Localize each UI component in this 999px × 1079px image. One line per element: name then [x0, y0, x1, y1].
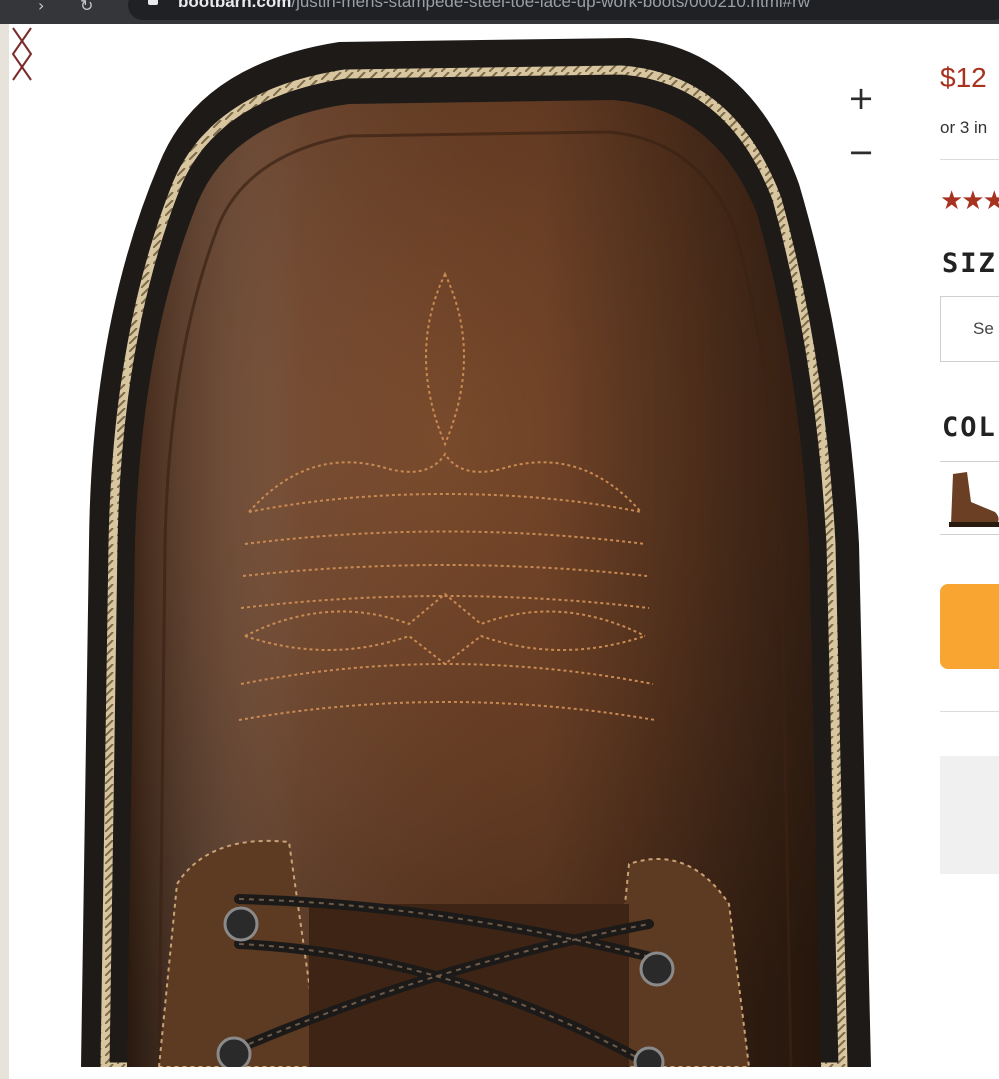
lock-icon	[148, 0, 158, 5]
browser-toolbar: › ↻ bootbarn.com/justin-mens-stampede-st…	[0, 0, 999, 24]
divider	[940, 711, 999, 712]
color-heading: COL	[942, 412, 997, 443]
product-image-gallery[interactable]: + −	[9, 24, 924, 1067]
zoom-out-button[interactable]: −	[847, 136, 875, 168]
product-image	[81, 38, 871, 1067]
divider	[940, 159, 999, 160]
back-icon[interactable]: ›	[38, 0, 44, 15]
product-price: $12	[940, 62, 987, 93]
info-box	[940, 756, 999, 874]
size-heading: SIZ	[942, 248, 997, 279]
color-swatch[interactable]	[940, 461, 999, 535]
add-to-cart-button[interactable]	[940, 584, 999, 669]
reload-icon[interactable]: ↻	[80, 0, 93, 15]
installments-text[interactable]: or 3 in	[940, 118, 987, 138]
size-select-placeholder: Se	[973, 319, 994, 338]
product-info-panel: $12 or 3 in ★★★ SIZ Se COL	[940, 24, 999, 1079]
zoom-in-button[interactable]: +	[847, 82, 875, 114]
chevron-right-icon[interactable]	[9, 24, 35, 84]
url-path: /justin-mens-stampede-steel-toe-lace-up-…	[291, 0, 811, 11]
url-host: bootbarn.com	[178, 0, 292, 11]
boot-thumbnail-icon	[949, 472, 999, 527]
page-left-margin	[0, 24, 9, 1079]
url-text[interactable]: bootbarn.com/justin-mens-stampede-steel-…	[178, 0, 810, 12]
size-select[interactable]: Se	[940, 296, 999, 362]
rating-stars[interactable]: ★★★	[940, 186, 999, 216]
